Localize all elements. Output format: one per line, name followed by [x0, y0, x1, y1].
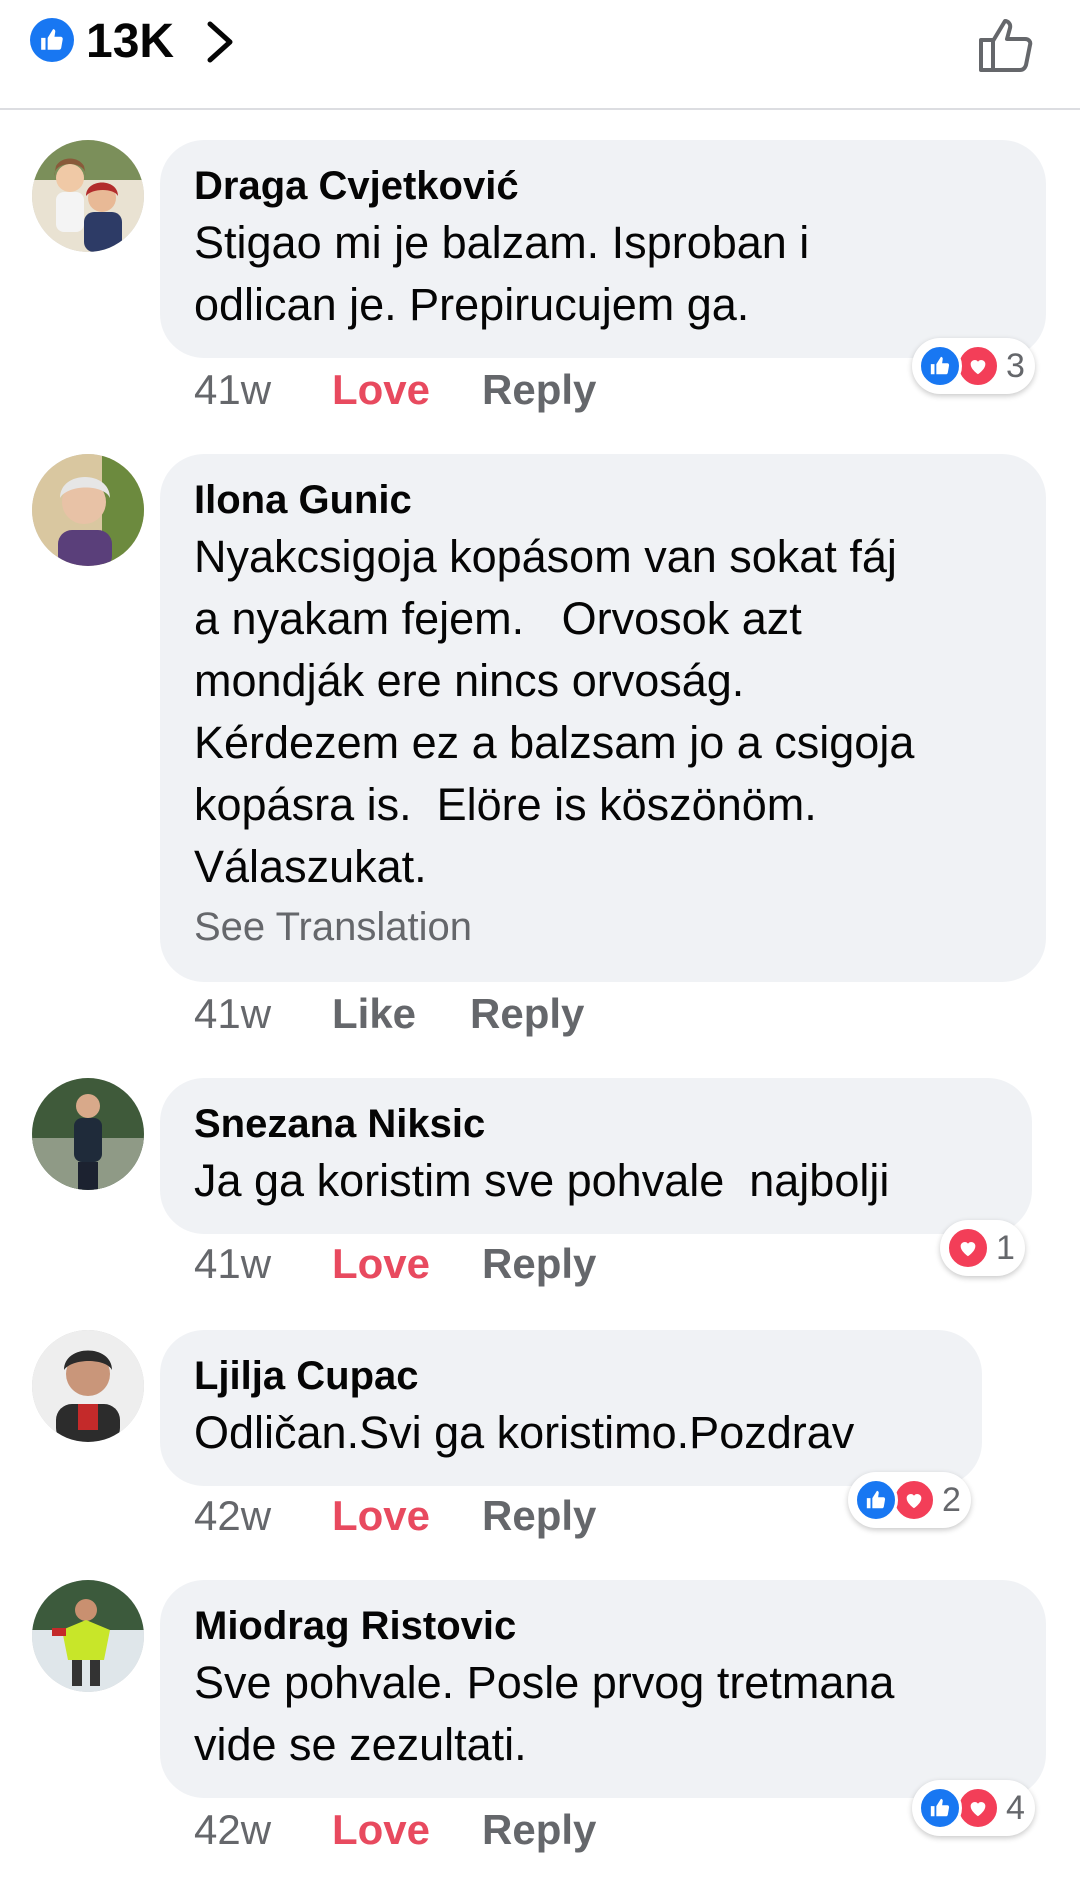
comment-bubble: Snezana Niksic Ja ga koristim sve pohval… — [160, 1078, 1032, 1234]
comment-reactions[interactable]: 2 — [848, 1472, 971, 1528]
comment-timestamp[interactable]: 42w — [194, 1800, 271, 1860]
comment-text: Nyakcsigoja kopásom van sokat fáj a nyak… — [194, 531, 915, 892]
avatar[interactable] — [32, 1330, 144, 1442]
comment-bubble: Miodrag Ristovic Sve pohvale. Posle prvo… — [160, 1580, 1046, 1798]
reply-button[interactable]: Reply — [482, 1486, 596, 1546]
comment-text: Stigao mi je balzam. Isproban i odlican … — [194, 217, 810, 330]
love-button[interactable]: Love — [332, 1234, 430, 1294]
reply-button[interactable]: Reply — [482, 1234, 596, 1294]
reply-button[interactable]: Reply — [482, 1800, 596, 1860]
reaction-count[interactable]: 13K — [86, 14, 174, 70]
reactions-header: 13K — [0, 0, 1080, 110]
comment-timestamp[interactable]: 41w — [194, 360, 271, 420]
comment-text: Sve pohvale. Posle prvog tretmana vide s… — [194, 1657, 895, 1770]
reply-button[interactable]: Reply — [470, 984, 584, 1044]
love-button[interactable]: Love — [332, 1800, 430, 1860]
like-button[interactable]: Like — [332, 984, 416, 1044]
comment-author[interactable]: Miodrag Ristovic — [194, 1602, 1014, 1650]
avatar[interactable] — [32, 140, 144, 252]
avatar[interactable] — [32, 1078, 144, 1190]
like-icon — [30, 18, 74, 62]
like-icon — [918, 1786, 962, 1830]
avatar[interactable] — [32, 454, 144, 566]
see-translation-link[interactable]: See Translation — [194, 900, 1014, 954]
comment-timestamp[interactable]: 41w — [194, 984, 271, 1044]
reply-button[interactable]: Reply — [482, 360, 596, 420]
comment-author[interactable]: Ilona Gunic — [194, 476, 1014, 524]
love-button[interactable]: Love — [332, 360, 430, 420]
comment-author[interactable]: Snezana Niksic — [194, 1100, 1000, 1148]
comment-timestamp[interactable]: 42w — [194, 1486, 271, 1546]
avatar[interactable] — [32, 1580, 144, 1692]
comment-reactions[interactable]: 4 — [912, 1780, 1035, 1836]
reaction-count: 3 — [1006, 347, 1025, 385]
comment-bubble: Draga Cvjetković Stigao mi je balzam. Is… — [160, 140, 1046, 358]
comment-timestamp[interactable]: 41w — [194, 1234, 271, 1294]
comment-author[interactable]: Ljilja Cupac — [194, 1352, 950, 1400]
comment-text: Odličan.Svi ga koristimo.Pozdrav — [194, 1407, 855, 1458]
comment-text: Ja ga koristim sve pohvale najbolji — [194, 1155, 890, 1206]
reaction-count: 1 — [996, 1229, 1015, 1267]
love-icon — [892, 1478, 936, 1522]
comment-reactions[interactable]: 3 — [912, 338, 1035, 394]
love-icon — [956, 1786, 1000, 1830]
love-button[interactable]: Love — [332, 1486, 430, 1546]
comment-bubble: Ljilja Cupac Odličan.Svi ga koristimo.Po… — [160, 1330, 982, 1486]
comment-reactions[interactable]: 1 — [940, 1220, 1025, 1276]
comment-bubble: Ilona Gunic Nyakcsigoja kopásom van soka… — [160, 454, 1046, 982]
reaction-count: 4 — [1006, 1789, 1025, 1827]
like-outline-icon[interactable] — [975, 12, 1039, 76]
comment-author[interactable]: Draga Cvjetković — [194, 162, 1014, 210]
chevron-right-icon[interactable] — [200, 14, 240, 70]
love-icon — [956, 344, 1000, 388]
love-icon — [946, 1226, 990, 1270]
like-icon — [918, 344, 962, 388]
reaction-count: 2 — [942, 1481, 961, 1519]
like-icon — [854, 1478, 898, 1522]
